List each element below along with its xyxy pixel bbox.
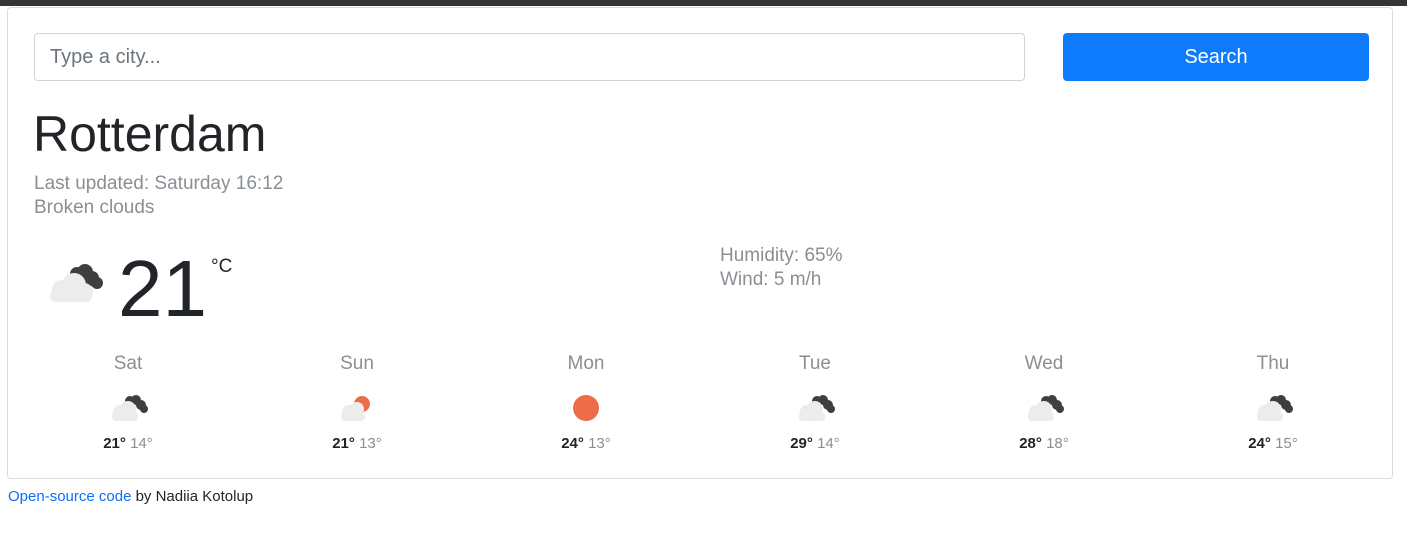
min-temp: 13° <box>359 435 382 452</box>
broken-clouds-icon <box>799 395 835 421</box>
city-search-input[interactable] <box>34 33 1025 81</box>
max-temp: 29° <box>790 435 813 452</box>
footer: Open-source code by Nadiia Kotolup <box>8 488 253 505</box>
city-name: Rotterdam <box>33 106 267 162</box>
min-temp: 14° <box>817 435 840 452</box>
max-temp: 28° <box>1019 435 1042 452</box>
humidity: Humidity: 65% <box>720 245 843 266</box>
broken-clouds-icon <box>44 262 106 309</box>
min-temp: 18° <box>1046 435 1069 452</box>
temperature-unit[interactable]: °C <box>211 256 232 278</box>
search-button[interactable]: Search <box>1063 33 1369 81</box>
max-temp: 24° <box>1248 435 1271 452</box>
broken-clouds-icon <box>1257 395 1293 421</box>
forecast-day: Thu 24° 15° <box>1159 350 1387 454</box>
current-temperature: 21 <box>118 244 207 333</box>
day-name: Sun <box>340 353 374 374</box>
last-updated: Last updated: Saturday 16:12 <box>34 173 284 194</box>
forecast-day: Tue 29° 14° <box>701 350 929 454</box>
min-temp: 14° <box>130 435 153 452</box>
min-temp: 13° <box>588 435 611 452</box>
max-temp: 24° <box>561 435 584 452</box>
day-name: Sat <box>113 353 143 374</box>
day-name: Wed <box>1024 353 1064 374</box>
weather-description: Broken clouds <box>34 197 155 218</box>
max-temp: 21° <box>103 435 126 452</box>
forecast: Sat 21° 14° Sun 21° 13° Mon 24° 13° Tue … <box>14 350 1387 460</box>
browser-top-bar <box>0 0 1407 6</box>
broken-clouds-icon <box>1028 395 1064 421</box>
day-name: Tue <box>798 353 832 374</box>
forecast-day: Mon 24° 13° <box>472 350 700 454</box>
partly-cloudy-icon <box>341 396 370 421</box>
source-code-link[interactable]: Open-source code <box>8 488 131 505</box>
wind-speed: Wind: 5 m/h <box>720 269 822 290</box>
max-temp: 21° <box>332 435 355 452</box>
forecast-day: Wed 28° 18° <box>930 350 1158 454</box>
day-name: Mon <box>567 353 605 374</box>
broken-clouds-icon <box>112 395 148 421</box>
sun-icon <box>573 395 599 421</box>
forecast-day: Sat 21° 14° <box>14 350 242 454</box>
footer-author: by Nadiia Kotolup <box>131 488 254 505</box>
forecast-day: Sun 21° 13° <box>243 350 471 454</box>
day-name: Thu <box>1256 353 1290 374</box>
min-temp: 15° <box>1275 435 1298 452</box>
